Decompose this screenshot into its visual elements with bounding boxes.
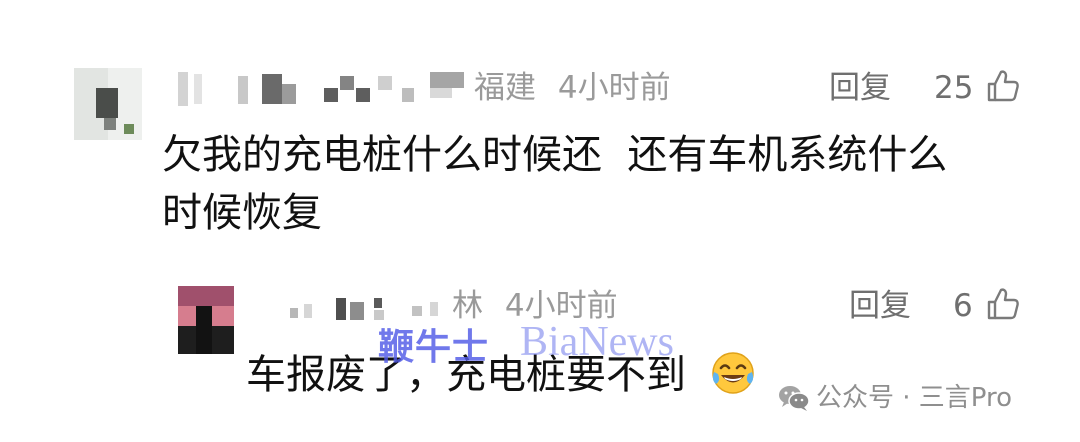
- thumbs-up-icon[interactable]: [985, 286, 1021, 322]
- comment-meta: 福建 4小时前: [474, 68, 671, 108]
- comment-location: 福建: [474, 70, 536, 106]
- reply-reply-button[interactable]: 回复: [849, 286, 911, 326]
- commenter-avatar[interactable]: [74, 68, 142, 140]
- reply-like-count: 6: [953, 288, 973, 324]
- tears-of-joy-emoji-icon: [712, 352, 754, 394]
- watermark-english: BiaNews: [520, 319, 674, 365]
- commenter-name[interactable]: [178, 70, 468, 108]
- source-watermark-text: 公众号 · 三言Pro: [816, 383, 1013, 413]
- comment-text-line1: 欠我的充电桩什么时候还 还有车机系统什么: [162, 132, 948, 178]
- replier-avatar[interactable]: [178, 286, 234, 354]
- comment-time: 4小时前: [557, 70, 671, 106]
- comment-reply-button[interactable]: 回复: [829, 68, 891, 108]
- thumbs-up-icon[interactable]: [985, 68, 1021, 104]
- comment-text-line2: 时候恢复: [162, 190, 322, 236]
- wechat-icon: [779, 386, 810, 411]
- source-watermark: 公众号 · 三言Pro: [778, 378, 1012, 418]
- watermark-chinese: 鞭牛士: [378, 326, 490, 368]
- comment-like-count: 25: [934, 70, 974, 106]
